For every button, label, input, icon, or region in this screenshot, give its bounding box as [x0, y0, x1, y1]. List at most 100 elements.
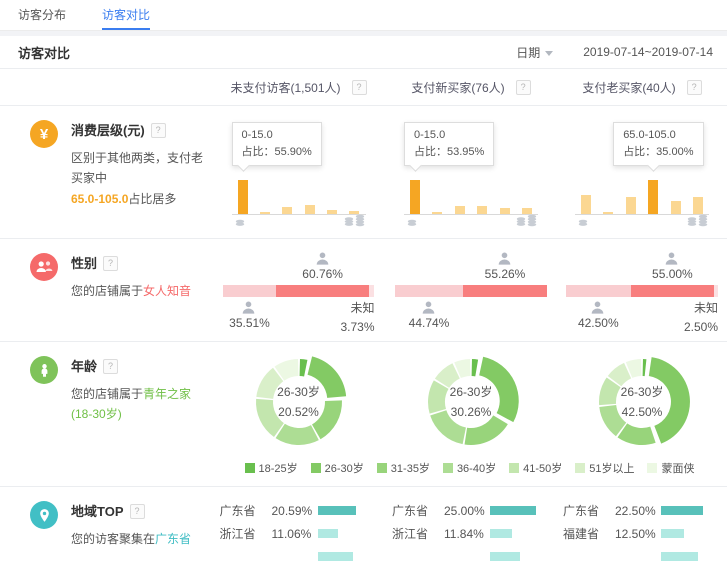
age-donut-cell[interactable]: 26-30岁42.50%: [557, 342, 727, 452]
male-percent: 42.50%: [563, 316, 633, 330]
legend-item[interactable]: 蒙面侠: [647, 460, 694, 476]
female-segment[interactable]: [631, 285, 715, 297]
consume-desc: 区别于其他两类，支付老买家中 65.0-105.0占比居多: [71, 148, 204, 209]
legend-item[interactable]: 18-25岁: [245, 460, 298, 476]
female-segment[interactable]: [463, 285, 547, 297]
bar[interactable]: [455, 206, 465, 214]
bar[interactable]: [693, 197, 703, 214]
male-segment[interactable]: [566, 285, 631, 297]
page: 访客分布 访客对比 访客对比 日期 2019-07-14~2019-07-14 …: [0, 0, 727, 576]
region-bar: [490, 506, 536, 515]
page-title: 访客对比: [18, 43, 70, 62]
legend-label: 26-30岁: [325, 460, 364, 476]
bar[interactable]: [477, 206, 487, 214]
age-legend: 18-25岁 26-30岁 31-35岁 36-40岁 41-50岁 51岁以上蒙面侠: [212, 452, 727, 478]
bar[interactable]: [410, 180, 420, 214]
donut-center-label: 26-30岁42.50%: [592, 352, 692, 452]
gender-stacked-bar-chart: 60.76%35.51%未知3.73%: [223, 251, 375, 333]
age-title: 年龄: [71, 359, 97, 374]
region-row[interactable]: 浙江省11.06%: [220, 522, 378, 545]
date-dropdown[interactable]: 日期: [516, 44, 553, 61]
low-spend-coin-icon: [577, 216, 589, 230]
help-icon[interactable]: ?: [151, 123, 166, 138]
tooltip-share: 占比：55.90%: [242, 144, 312, 161]
male-segment[interactable]: [223, 285, 277, 297]
bar[interactable]: [305, 205, 315, 214]
unknown-segment[interactable]: [714, 285, 718, 297]
bar[interactable]: [671, 201, 681, 214]
tab-bar: 访客分布 访客对比: [0, 0, 727, 31]
consume-label-block: ¥ 消费层级(元)? 区别于其他两类，支付老买家中 65.0-105.0占比居多: [0, 106, 212, 230]
column-header-old-buyers: 支付老买家(40人) ?: [557, 69, 727, 105]
age-donut-cell[interactable]: 26-30岁20.52%: [212, 342, 385, 452]
location-pin-icon: [30, 501, 58, 529]
legend-item[interactable]: 51岁以上: [575, 460, 634, 476]
consume-chart-cell[interactable]: 0-15.0占比：55.90%: [212, 106, 385, 230]
legend-label: 41-50岁: [523, 460, 562, 476]
gender-bar[interactable]: [566, 285, 718, 297]
region-row[interactable]: [392, 545, 550, 568]
tooltip-share: 占比：35.00%: [623, 144, 693, 161]
legend-swatch: [575, 463, 585, 473]
bar[interactable]: [626, 197, 636, 214]
bar[interactable]: [581, 195, 591, 214]
region-row[interactable]: 广东省22.50%: [563, 499, 721, 522]
region-name: 福建省: [563, 525, 615, 542]
gender-chart-cell[interactable]: 55.00%42.50%未知2.50%: [557, 239, 727, 333]
region-bar: [490, 552, 520, 561]
legend-item[interactable]: 36-40岁: [443, 460, 496, 476]
region-row[interactable]: 浙江省11.84%: [392, 522, 550, 545]
region-chart-cell[interactable]: 广东省20.59%浙江省11.06%: [212, 487, 385, 568]
bar[interactable]: [648, 180, 658, 214]
legend-swatch: [443, 463, 453, 473]
gender-bar[interactable]: [223, 285, 375, 297]
consume-chart-cell[interactable]: 65.0-105.0占比：35.00%: [557, 106, 727, 230]
male-percent: 35.51%: [215, 316, 285, 330]
age-label-block: 年龄? 您的店铺属于青年之家(18-30岁): [0, 342, 212, 452]
legend-item[interactable]: 41-50岁: [509, 460, 562, 476]
low-spend-coin-icon: [406, 216, 418, 230]
male-segment[interactable]: [395, 285, 463, 297]
help-icon[interactable]: ?: [103, 359, 118, 374]
age-donut-cell[interactable]: 26-30岁30.26%: [385, 342, 557, 452]
gender-bar[interactable]: [395, 285, 547, 297]
donut-center-label: 26-30岁30.26%: [421, 352, 521, 452]
help-icon[interactable]: ?: [516, 80, 531, 95]
bar[interactable]: [238, 180, 248, 214]
legend-label: 31-35岁: [391, 460, 430, 476]
region-percent: 25.00%: [444, 504, 490, 518]
chart-tooltip: 0-15.0占比：53.95%: [404, 122, 494, 166]
region-row[interactable]: [563, 545, 721, 568]
gender-people-icon: [30, 253, 58, 281]
gender-stacked-bar-chart: 55.00%42.50%未知2.50%: [566, 251, 718, 333]
region-chart-cell[interactable]: 广东省25.00%浙江省11.84%: [385, 487, 557, 568]
region-name: 浙江省: [220, 525, 272, 542]
consume-title: 消费层级(元): [71, 123, 145, 138]
help-icon[interactable]: ?: [130, 504, 145, 519]
region-bar: [318, 506, 356, 515]
region-row[interactable]: 福建省12.50%: [563, 522, 721, 545]
region-row[interactable]: [220, 545, 378, 568]
gender-chart-cell[interactable]: 55.26%44.74%: [385, 239, 557, 333]
tab-visitor-distribution[interactable]: 访客分布: [18, 0, 66, 30]
bar[interactable]: [282, 207, 292, 214]
region-chart-cell[interactable]: 广东省22.50%福建省12.50%: [557, 487, 727, 568]
tab-visitor-compare[interactable]: 访客对比: [102, 0, 150, 30]
help-icon[interactable]: ?: [687, 80, 702, 95]
help-icon[interactable]: ?: [352, 80, 367, 95]
region-bar: [318, 529, 338, 538]
date-range[interactable]: 2019-07-14~2019-07-14: [583, 45, 713, 59]
legend-item[interactable]: 31-35岁: [377, 460, 430, 476]
gender-chart-cell[interactable]: 60.76%35.51%未知3.73%: [212, 239, 385, 333]
region-row[interactable]: 广东省20.59%: [220, 499, 378, 522]
region-row[interactable]: 广东省25.00%: [392, 499, 550, 522]
female-segment[interactable]: [276, 285, 368, 297]
unknown-segment[interactable]: [369, 285, 375, 297]
legend-item[interactable]: 26-30岁: [311, 460, 364, 476]
chart-tooltip: 0-15.0占比：55.90%: [232, 122, 322, 166]
help-icon[interactable]: ?: [103, 256, 118, 271]
unknown-label: 未知3.73%: [340, 299, 374, 337]
consume-bar-chart: 65.0-105.0占比：35.00%: [575, 118, 709, 230]
consume-chart-cell[interactable]: 0-15.0占比：53.95%: [385, 106, 557, 230]
legend-swatch: [647, 463, 657, 473]
